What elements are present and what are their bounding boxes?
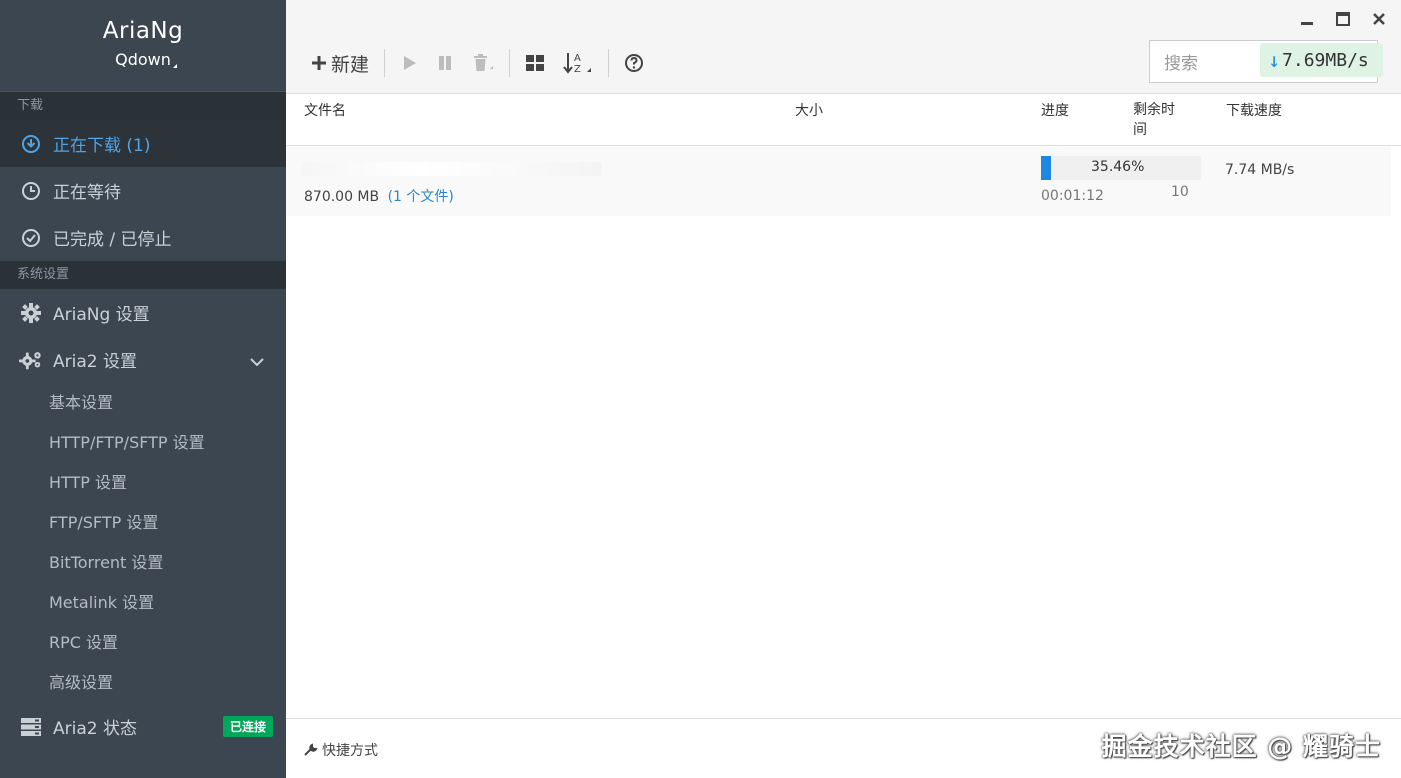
window-controls	[1293, 8, 1393, 30]
sidebar-item-stopped[interactable]: 已完成 / 已停止	[0, 214, 286, 261]
sort-button[interactable]: A Z	[554, 47, 602, 79]
pause-icon	[439, 56, 452, 70]
sidebar-subitem-basic[interactable]: 基本设置	[0, 383, 286, 423]
app-subtitle-text: Qdown	[115, 50, 171, 69]
column-header-name[interactable]: 文件名	[304, 100, 346, 120]
task-name-redacted	[302, 162, 602, 176]
close-icon	[1373, 13, 1385, 25]
task-connections: 10	[1171, 184, 1189, 200]
app-title: AriaNg	[102, 18, 184, 44]
search-placeholder: 搜索	[1164, 54, 1198, 74]
app-subtitle[interactable]: Qdown	[115, 50, 177, 69]
progress-bar-fill	[1041, 156, 1052, 180]
chevron-down-icon[interactable]	[250, 352, 264, 372]
sidebar-subitem-advanced[interactable]: 高级设置	[0, 663, 286, 703]
footer: 快捷方式 掘金技术社区 @ 耀骑士	[286, 718, 1401, 778]
sort-az-icon: A Z	[563, 53, 592, 75]
display-order-button[interactable]	[516, 47, 554, 79]
download-arrow-icon: ↓	[1268, 48, 1281, 72]
task-files-link[interactable]: (1 个文件)	[388, 189, 454, 205]
section-settings-header: 系统设置	[0, 261, 286, 289]
play-icon	[404, 56, 417, 70]
column-header-speed[interactable]: 下载速度	[1226, 100, 1282, 120]
gear-icon	[19, 301, 43, 325]
task-remaining-time: 00:01:12	[1041, 188, 1104, 204]
sidebar-subitem-http[interactable]: HTTP 设置	[0, 463, 286, 503]
sidebar-subitem-http-ftp-sftp[interactable]: HTTP/FTP/SFTP 设置	[0, 423, 286, 463]
sidebar-item-label: Aria2 设置	[53, 352, 137, 372]
sidebar-item-label: Aria2 状态	[53, 719, 137, 739]
help-button[interactable]	[615, 47, 653, 79]
maximize-button[interactable]	[1329, 8, 1357, 30]
section-download-header: 下载	[0, 92, 286, 120]
pause-button[interactable]	[427, 47, 463, 79]
column-header-size[interactable]: 大小	[795, 100, 823, 120]
check-circle-icon	[19, 226, 43, 250]
toolbar-divider	[384, 49, 386, 77]
column-header-remaining[interactable]: 剩余时间	[1133, 100, 1183, 140]
task-download-speed: 7.74 MB/s	[1225, 162, 1295, 178]
sidebar-item-label: 已完成 / 已停止	[53, 230, 172, 250]
sidebar-item-aria2-status[interactable]: Aria2 状态 已连接	[0, 703, 286, 750]
task-table-header: 文件名 大小 进度 剩余时间 下载速度	[286, 95, 1401, 146]
sidebar-subitem-rpc[interactable]: RPC 设置	[0, 623, 286, 663]
minimize-icon	[1301, 22, 1313, 25]
sidebar-item-aria2-settings[interactable]: Aria2 设置	[0, 336, 286, 383]
sidebar-item-waiting[interactable]: 正在等待	[0, 167, 286, 214]
maximize-icon	[1336, 12, 1350, 26]
server-icon	[19, 715, 43, 739]
delete-button[interactable]	[463, 47, 503, 79]
sidebar-item-label: 正在下载 (1)	[53, 136, 151, 156]
wrench-icon	[304, 743, 318, 756]
sidebar-subitem-ftp-sftp[interactable]: FTP/SFTP 设置	[0, 503, 286, 543]
brand-header: AriaNg Qdown	[0, 0, 286, 92]
task-size-value: 870.00 MB	[304, 189, 380, 205]
gears-icon	[19, 348, 43, 372]
sidebar-item-ariang-settings[interactable]: AriaNg 设置	[0, 289, 286, 336]
svg-text:Z: Z	[574, 64, 581, 75]
close-button[interactable]	[1365, 8, 1393, 30]
toolbar: 新建 A Z	[302, 47, 653, 79]
global-speed-indicator: ↓ 7.69MB/s	[1260, 43, 1383, 77]
subtitle-caret-icon	[172, 64, 177, 68]
status-badge: 已连接	[222, 716, 273, 737]
topbar: 新建 A Z 搜索 ↓ 7.69MB/s	[286, 0, 1401, 94]
plus-icon	[312, 56, 326, 70]
progress-text: 35.46%	[1091, 159, 1145, 175]
column-header-progress[interactable]: 进度	[1041, 100, 1069, 120]
download-circle-icon	[19, 132, 43, 156]
minimize-button[interactable]	[1293, 8, 1321, 30]
help-icon	[625, 54, 644, 72]
svg-text:A: A	[574, 53, 581, 64]
sidebar-item-label: 正在等待	[53, 183, 121, 203]
trash-icon	[474, 54, 494, 71]
clock-icon	[19, 179, 43, 203]
new-task-button[interactable]: 新建	[302, 47, 378, 79]
progress-bar: 35.46%	[1041, 156, 1201, 180]
main-panel: 新建 A Z 搜索 ↓ 7.69MB/s 文件名 大小 进度 剩余时间 下载速度…	[286, 0, 1401, 778]
table-row[interactable]: 870.00 MB (1 个文件) 35.46% 00:01:12 10 7.7…	[286, 146, 1391, 216]
toolbar-divider	[608, 49, 610, 77]
shortcut-link[interactable]: 快捷方式	[304, 740, 378, 760]
grid-icon	[526, 55, 545, 71]
sidebar: AriaNg Qdown 下载 正在下载 (1) 正在等待 已完成 / 已停止 …	[0, 0, 286, 778]
toolbar-divider	[509, 49, 511, 77]
sidebar-subitem-metalink[interactable]: Metalink 设置	[0, 583, 286, 623]
new-task-label: 新建	[331, 53, 370, 76]
start-button[interactable]	[391, 47, 427, 79]
watermark: 掘金技术社区 @ 耀骑士	[1101, 732, 1381, 761]
sidebar-item-label: AriaNg 设置	[53, 305, 150, 325]
sidebar-subitem-bittorrent[interactable]: BitTorrent 设置	[0, 543, 286, 583]
task-size: 870.00 MB (1 个文件)	[304, 186, 454, 206]
global-speed-value: 7.69MB/s	[1282, 49, 1369, 71]
shortcut-label: 快捷方式	[322, 743, 378, 759]
sidebar-item-downloading[interactable]: 正在下载 (1)	[0, 120, 286, 167]
